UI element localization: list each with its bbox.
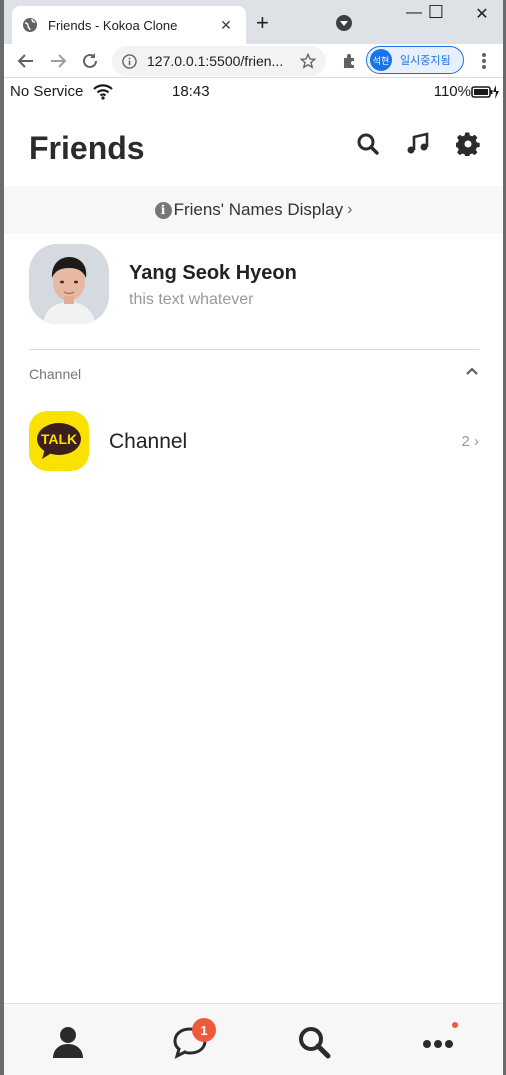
chevron-right-icon: › [474, 433, 479, 450]
tab-title: Friends - Kokoa Clone [48, 17, 178, 33]
channel-list-item[interactable]: TALK Channel 2 › [29, 411, 479, 471]
section-label: Channel [29, 366, 82, 382]
profile-status-label: 일시중지됨 [400, 55, 451, 67]
my-profile-row[interactable]: Yang Seok Hyeon this text whatever [29, 244, 479, 326]
info-circle-icon[interactable] [122, 53, 137, 69]
bookmark-star-icon[interactable] [300, 53, 316, 69]
carrier-text: No Service [10, 83, 84, 100]
extensions-puzzle-icon[interactable] [338, 49, 362, 73]
reload-icon[interactable] [78, 49, 102, 73]
clock-text: 18:43 [172, 83, 210, 100]
url-text: 127.0.0.1:5500/frien... [147, 53, 284, 69]
forward-icon[interactable] [46, 49, 70, 73]
tab-close-icon[interactable]: ✕ [216, 17, 236, 34]
window-close-icon[interactable]: ✕ [462, 4, 502, 24]
info-icon: i [154, 201, 172, 219]
profile-name: Yang Seok Hyeon [129, 262, 297, 284]
maximize-icon[interactable]: ☐ [416, 2, 456, 23]
page-title: Friends [29, 130, 145, 166]
battery-percent: 110% [433, 83, 471, 100]
tab-search-icon[interactable] [336, 15, 352, 31]
bottom-tab-bar: 1 [4, 1003, 503, 1075]
screen-header: Friends [4, 106, 503, 186]
notice-text: Friens' Names Display [173, 200, 344, 219]
browser-menu-icon[interactable] [472, 49, 496, 73]
more-notification-dot [452, 1022, 458, 1028]
battery-charging-icon [471, 84, 499, 99]
browser-toolbar: 127.0.0.1:5500/frien... 석현 일시중지됨 [4, 44, 503, 78]
globe-icon [23, 18, 37, 32]
talk-logo-text: TALK [41, 431, 77, 447]
channel-count: 2 › [461, 433, 479, 450]
browser-window: Friends - Kokoa Clone ✕ + — ☐ ✕ 127.0.0.… [4, 0, 503, 1075]
avatar[interactable] [29, 244, 109, 324]
profile-status-message: this text whatever [129, 291, 254, 308]
address-bar[interactable]: 127.0.0.1:5500/frien... [112, 46, 326, 76]
status-bar: No Service 18:43 110% [4, 78, 503, 106]
browser-tab[interactable]: Friends - Kokoa Clone ✕ [12, 6, 246, 44]
kakaotalk-logo-icon: TALK [29, 411, 89, 471]
channel-section-header[interactable]: Channel [29, 366, 479, 384]
chat-unread-badge: 1 [192, 1018, 216, 1042]
tab-more-dots-icon[interactable] [420, 1024, 456, 1060]
channel-name: Channel [109, 430, 188, 453]
profile-chip[interactable]: 석현 일시중지됨 [366, 46, 464, 74]
tab-strip: Friends - Kokoa Clone ✕ + — ☐ ✕ [4, 0, 503, 44]
gear-icon[interactable] [456, 132, 480, 156]
chevron-right-icon: › [347, 201, 353, 218]
back-icon[interactable] [14, 49, 38, 73]
section-divider [29, 349, 479, 350]
profile-avatar: 석현 [370, 49, 392, 71]
names-display-notice[interactable]: i Friens' Names Display › [4, 186, 503, 234]
tab-friends-person-icon[interactable] [50, 1024, 86, 1060]
chevron-up-icon[interactable] [465, 364, 479, 378]
search-icon[interactable] [356, 132, 380, 156]
music-note-icon[interactable] [406, 132, 430, 156]
wifi-icon [93, 83, 114, 100]
new-tab-plus-icon[interactable]: + [256, 12, 269, 34]
tab-find-search-icon[interactable] [296, 1024, 332, 1060]
